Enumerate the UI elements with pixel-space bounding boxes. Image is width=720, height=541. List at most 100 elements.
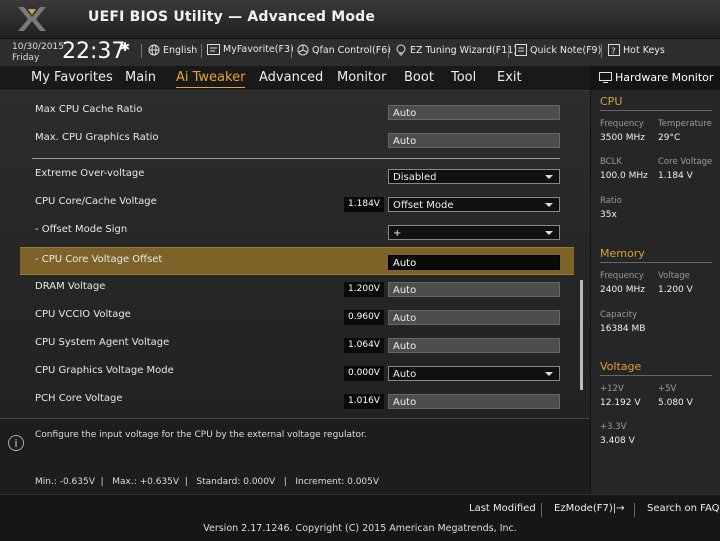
quick-note-button[interactable]: Quick Note(F9) bbox=[515, 44, 601, 56]
menu-tool[interactable]: Tool bbox=[451, 70, 476, 85]
clock: 22:37 bbox=[62, 39, 126, 64]
voltage-readout: 1.200V bbox=[344, 282, 384, 297]
setting-value-field[interactable]: Auto bbox=[388, 133, 560, 148]
memory-voltage-value: 1.200 V bbox=[658, 285, 693, 295]
cpu-heading: CPU bbox=[600, 95, 623, 108]
scrollbar[interactable] bbox=[580, 280, 583, 390]
setting-row-cpu-vccio-voltage[interactable]: CPU VCCIO Voltage 0.960V Auto bbox=[20, 303, 572, 329]
memory-frequency-value: 2400 MHz bbox=[600, 285, 646, 295]
cpu-frequency-label: Frequency bbox=[600, 119, 644, 129]
myfavorite-label: MyFavorite(F3) bbox=[223, 44, 294, 55]
hardware-monitor-title: Hardware Monitor bbox=[615, 71, 714, 84]
setting-row-cpu-graphics-voltage-mode[interactable]: CPU Graphics Voltage Mode 0.000V Auto bbox=[20, 359, 572, 385]
info-bar: 10/30/2015 Friday 22:37 ✱ English MyFavo… bbox=[0, 38, 720, 66]
setting-row-offset-mode-sign[interactable]: - Offset Mode Sign + bbox=[20, 218, 572, 244]
setting-value-field[interactable]: Auto bbox=[388, 338, 560, 353]
memory-frequency-label: Frequency bbox=[600, 271, 644, 281]
capacity-label: Capacity bbox=[600, 310, 638, 320]
menu-boot[interactable]: Boot bbox=[404, 70, 434, 85]
hot-keys-button[interactable]: ? Hot Keys bbox=[608, 44, 665, 56]
cpu-frequency-value: 3500 MHz bbox=[600, 133, 646, 143]
dropdown-value: Disabled bbox=[393, 172, 437, 183]
voltage-readout: 0.960V bbox=[344, 310, 384, 325]
chevron-down-icon bbox=[545, 231, 553, 235]
v12-value: 12.192 V bbox=[600, 398, 641, 408]
wizard-icon bbox=[396, 44, 406, 56]
chevron-down-icon bbox=[545, 372, 553, 376]
setting-label: - CPU Core Voltage Offset bbox=[35, 254, 163, 265]
v33-value: 3.408 V bbox=[600, 436, 635, 446]
voltage-readout: 0.000V bbox=[344, 366, 384, 381]
chevron-down-icon bbox=[545, 175, 553, 179]
language-button[interactable]: English bbox=[148, 44, 197, 56]
separator bbox=[541, 503, 542, 517]
memory-divider bbox=[600, 262, 712, 263]
myfavorite-button[interactable]: MyFavorite(F3) bbox=[207, 44, 294, 55]
setting-dropdown[interactable]: + bbox=[388, 225, 560, 240]
menu-monitor[interactable]: Monitor bbox=[337, 70, 386, 85]
ratio-label: Ratio bbox=[600, 196, 622, 206]
setting-row-cpu-system-agent-voltage[interactable]: CPU System Agent Voltage 1.064V Auto bbox=[20, 331, 572, 357]
setting-row-cpu-core-voltage-offset[interactable]: - CPU Core Voltage Offset Auto bbox=[20, 247, 574, 275]
setting-value-field[interactable]: Auto bbox=[388, 255, 560, 270]
hardware-monitor-panel: Hardware Monitor CPU Frequency Temperatu… bbox=[590, 66, 720, 494]
setting-label: CPU Graphics Voltage Mode bbox=[35, 365, 174, 376]
help-icon: ? bbox=[608, 44, 620, 56]
setting-label: CPU VCCIO Voltage bbox=[35, 309, 131, 320]
separator bbox=[141, 44, 142, 58]
hardware-monitor-header: Hardware Monitor bbox=[591, 66, 720, 90]
ezmode-button[interactable]: EzMode(F7)|→ bbox=[554, 503, 624, 514]
setting-label: CPU Core/Cache Voltage bbox=[35, 196, 157, 207]
main-menu: My Favorites Main Ai Tweaker Advanced Mo… bbox=[0, 66, 590, 91]
v5-value: 5.080 V bbox=[658, 398, 693, 408]
menu-my-favorites[interactable]: My Favorites bbox=[31, 70, 113, 85]
ratio-value: 35x bbox=[600, 210, 617, 220]
gear-icon[interactable]: ✱ bbox=[120, 40, 130, 54]
setting-value-field[interactable]: Auto bbox=[388, 394, 560, 409]
menu-ai-tweaker[interactable]: Ai Tweaker bbox=[176, 70, 246, 88]
setting-dropdown[interactable]: Disabled bbox=[388, 169, 560, 184]
setting-label: CPU System Agent Voltage bbox=[35, 337, 170, 348]
setting-value-field[interactable]: Auto bbox=[388, 105, 560, 120]
ez-tuning-button[interactable]: EZ Tuning Wizard(F11) bbox=[395, 44, 517, 56]
fan-icon bbox=[297, 44, 309, 56]
search-faq-button[interactable]: Search on FAQ bbox=[647, 503, 720, 514]
voltage-range-info: Min.: -0.635V | Max.: +0.635V | Standard… bbox=[35, 477, 380, 487]
chevron-down-icon bbox=[545, 203, 553, 207]
setting-label: Extreme Over-voltage bbox=[35, 168, 145, 179]
menu-exit[interactable]: Exit bbox=[497, 70, 522, 85]
memory-voltage-label: Voltage bbox=[658, 271, 690, 281]
dropdown-value: Offset Mode bbox=[393, 200, 454, 211]
setting-value-field[interactable]: Auto bbox=[388, 282, 560, 297]
qfan-label: Qfan Control(F6) bbox=[312, 44, 391, 56]
capacity-value: 16384 MB bbox=[600, 324, 646, 334]
date-display: 10/30/2015 Friday bbox=[12, 42, 64, 64]
setting-row-cpu-core-cache-voltage[interactable]: CPU Core/Cache Voltage 1.184V Offset Mod… bbox=[20, 190, 572, 216]
bclk-label: BCLK bbox=[600, 157, 622, 167]
voltage-readout: 1.016V bbox=[344, 394, 384, 409]
core-voltage-value: 1.184 V bbox=[658, 171, 693, 181]
setting-label: Max. CPU Graphics Ratio bbox=[35, 132, 159, 143]
hot-keys-label: Hot Keys bbox=[623, 44, 665, 56]
separator bbox=[388, 44, 389, 58]
language-label: English bbox=[163, 44, 198, 56]
setting-value-field[interactable]: Auto bbox=[388, 310, 560, 325]
setting-row-max-cpu-graphics-ratio[interactable]: Max. CPU Graphics Ratio Auto bbox=[20, 126, 572, 152]
setting-row-pch-core-voltage[interactable]: PCH Core Voltage 1.016V Auto bbox=[20, 387, 572, 413]
setting-row-max-cpu-cache-ratio[interactable]: Max CPU Cache Ratio Auto bbox=[20, 98, 572, 124]
separator bbox=[291, 44, 292, 58]
separator bbox=[508, 44, 509, 58]
date-text: 10/30/2015 bbox=[12, 42, 64, 52]
qfan-button[interactable]: Qfan Control(F6) bbox=[297, 44, 391, 56]
setting-row-extreme-over-voltage[interactable]: Extreme Over-voltage Disabled bbox=[20, 162, 572, 188]
setting-label: Max CPU Cache Ratio bbox=[35, 104, 143, 115]
voltage-readout: 1.064V bbox=[344, 338, 384, 353]
last-modified-button[interactable]: Last Modified bbox=[469, 503, 536, 514]
setting-row-dram-voltage[interactable]: DRAM Voltage 1.200V Auto bbox=[20, 275, 572, 301]
v12-label: +12V bbox=[600, 384, 624, 394]
setting-dropdown[interactable]: Offset Mode bbox=[388, 197, 560, 212]
menu-main[interactable]: Main bbox=[125, 70, 156, 85]
setting-dropdown[interactable]: Auto bbox=[388, 366, 560, 381]
menu-advanced[interactable]: Advanced bbox=[259, 70, 323, 85]
footer-bar: Last Modified EzMode(F7)|→ Search on FAQ… bbox=[0, 494, 720, 541]
